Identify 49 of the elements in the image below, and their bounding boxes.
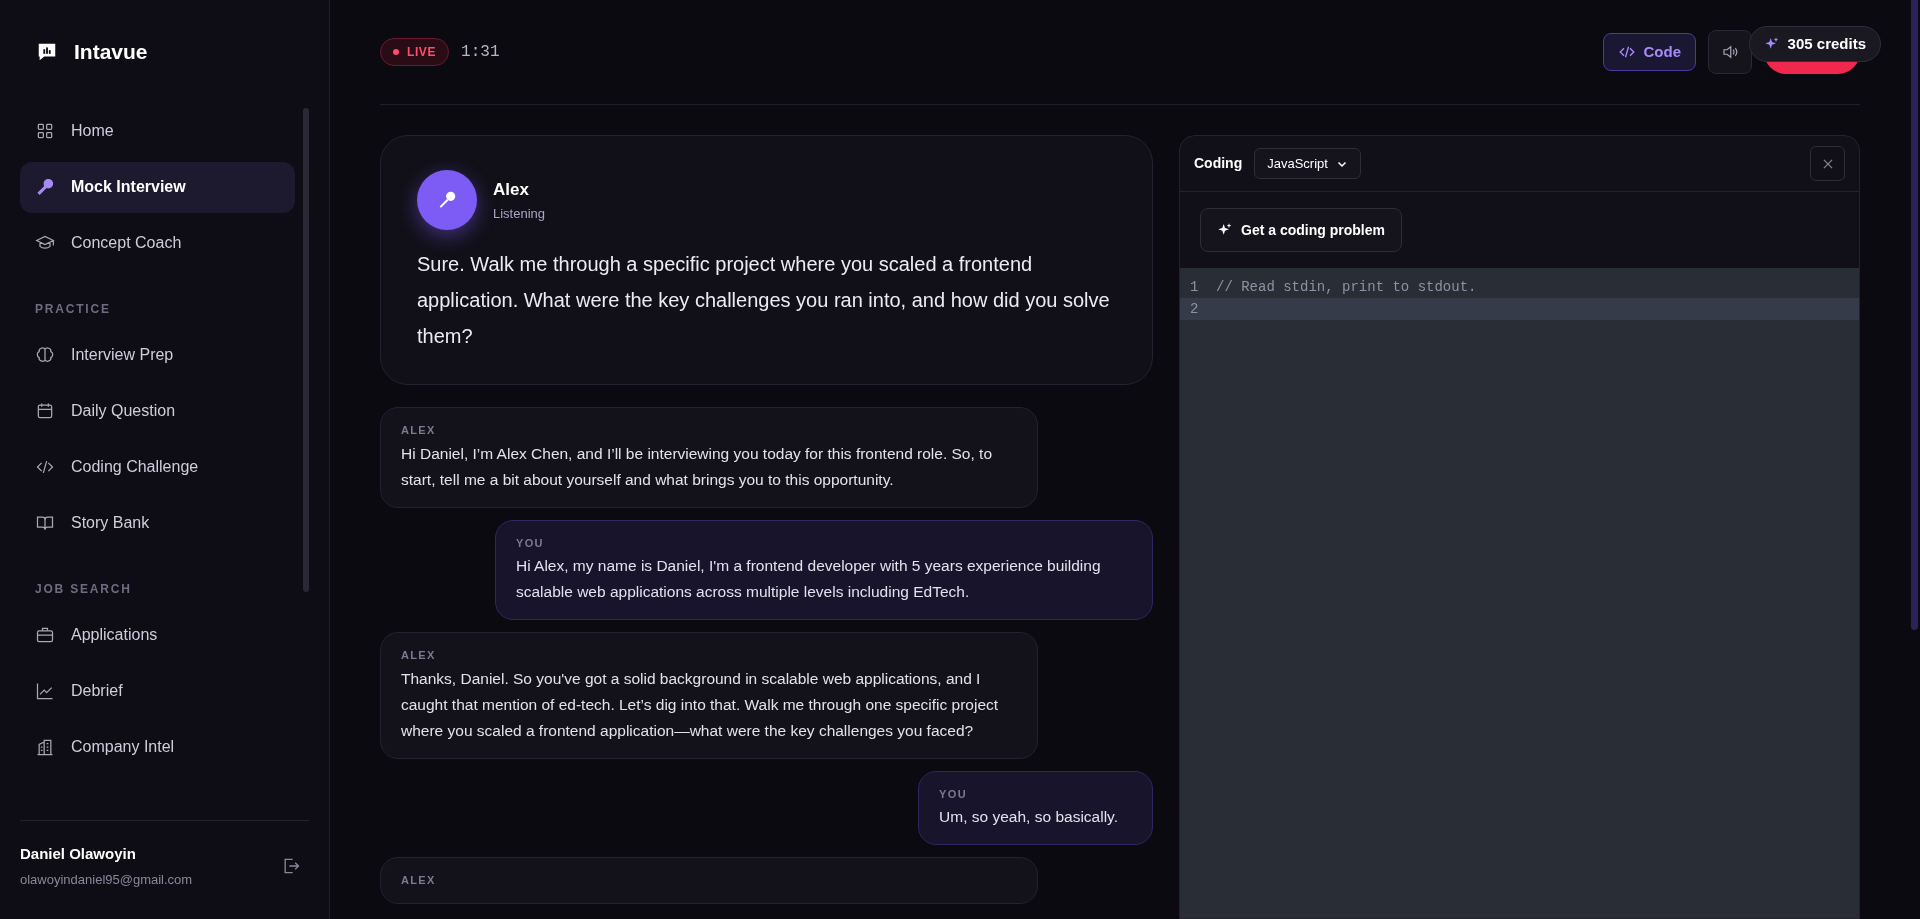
speaker-icon bbox=[1721, 43, 1739, 61]
calendar-icon bbox=[35, 401, 55, 421]
panel-title: Coding bbox=[1194, 154, 1243, 173]
get-problem-button[interactable]: Get a coding problem bbox=[1200, 208, 1402, 252]
user-email: olawoyindaniel95@gmail.com bbox=[20, 870, 193, 889]
speaker-label: YOU bbox=[516, 535, 545, 551]
user-name: Daniel Olawoyin bbox=[20, 844, 137, 864]
section-heading: JOB SEARCH bbox=[34, 580, 133, 598]
scrollbar[interactable] bbox=[303, 108, 309, 592]
chart-icon bbox=[35, 681, 55, 701]
code-button[interactable]: Code bbox=[1602, 33, 1696, 71]
speaker-button[interactable] bbox=[1708, 30, 1752, 74]
close-button[interactable] bbox=[1810, 146, 1845, 181]
message-text: Hi Daniel, I’m Alex Chen, and I’ll be interviewing you today for this frontend role. So, to start, tell me a bit about yourself and what brings you to this opportunity. bbox=[401, 443, 994, 490]
nav-item[interactable]: Interview Prep bbox=[20, 329, 295, 381]
line-number: 2 bbox=[1189, 299, 1200, 319]
code-comment: // Read stdin, print to stdout. bbox=[1216, 277, 1477, 297]
grid-icon bbox=[35, 121, 55, 141]
message-text: Um, so yeah, so basically. bbox=[939, 807, 1119, 827]
building-icon bbox=[35, 737, 55, 757]
nav-item[interactable]: Story Bank bbox=[20, 497, 295, 549]
nav-item[interactable]: Applications bbox=[20, 609, 295, 661]
live-badge: LIVE bbox=[380, 38, 450, 66]
message-text: Thanks, Daniel. So you've got a solid background in scalable web applications, and I caught that mention of ed-tech. Let’s dig into that. Walk me through one specific project where you scaled a frontend application—what were the key challenges you faced? bbox=[401, 668, 1000, 741]
interviewer-name: Alex bbox=[493, 178, 530, 201]
nav-item[interactable]: Home bbox=[20, 105, 295, 157]
nav-item[interactable]: Concept Coach bbox=[20, 217, 295, 269]
nav-item[interactable]: Debrief bbox=[20, 665, 295, 717]
nav-item[interactable]: Company Intel bbox=[20, 721, 295, 773]
interviewer-status: Listening bbox=[493, 205, 546, 223]
line-number: 1 bbox=[1189, 277, 1200, 297]
nav-item[interactable]: Coding Challenge bbox=[20, 441, 295, 493]
nav-item[interactable]: Mock Interview bbox=[20, 161, 295, 213]
nav-item[interactable]: Daily Question bbox=[20, 385, 295, 437]
language-select[interactable]: JavaScript bbox=[1254, 148, 1361, 179]
scrollbar[interactable] bbox=[1911, 0, 1918, 630]
speaker-label: ALEX bbox=[401, 423, 437, 438]
speaker-label: YOU bbox=[939, 786, 968, 802]
speaker-label: ALEX bbox=[401, 873, 437, 888]
briefcase-icon bbox=[35, 625, 55, 645]
code-editor[interactable]: 1 // Read stdin, print to stdout. 2 bbox=[1180, 268, 1859, 918]
speaker-label: ALEX bbox=[401, 648, 437, 663]
question-text: Sure. Walk me through a specific project where you scaled a frontend application. What were the key challenges you ran into, and how did you solve them? bbox=[417, 252, 1111, 349]
timer: 1:31 bbox=[461, 42, 500, 63]
credits-toast[interactable]: 305 credits bbox=[1748, 26, 1881, 62]
message-text: Hi Alex, my name is Daniel, I'm a frontend developer with 5 years experience building scalable web applications across multiple levels including EdTech. bbox=[516, 556, 1102, 602]
brain-icon bbox=[35, 345, 55, 365]
section-heading: PRACTICE bbox=[34, 300, 112, 318]
brand-name: Intavue bbox=[74, 39, 148, 65]
